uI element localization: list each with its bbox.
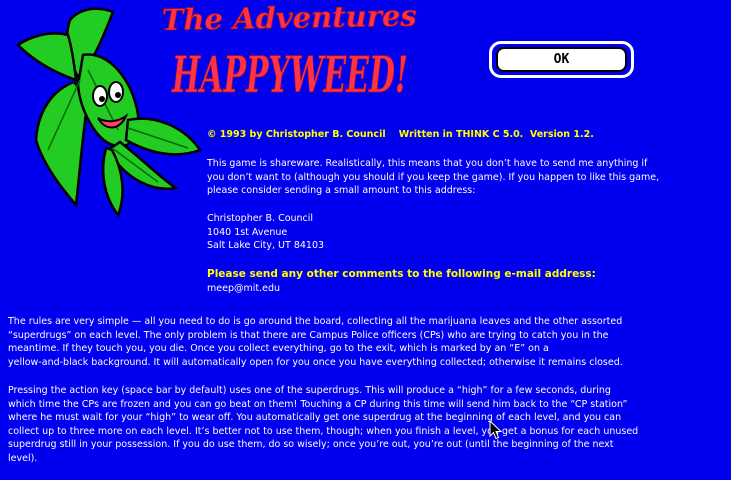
email-heading: Please send any other comments to the fo…	[207, 268, 596, 280]
address-city: Salt Lake City, UT 84103	[207, 240, 325, 251]
rules-paragraph: The rules are very simple — all you need…	[8, 315, 623, 369]
shareware-line: you don’t want to (although you should i…	[207, 171, 660, 183]
mailing-address: Christopher B. Council 1040 1st Avenue S…	[207, 212, 324, 253]
ok-button[interactable]: OK	[496, 47, 627, 72]
shareware-line: This game is shareware. Realistically, t…	[207, 158, 648, 169]
address-name: Christopher B. Council	[207, 213, 314, 224]
about-dialog: The Adventures Of HAPPYWEED! OK © 1993 b…	[0, 0, 731, 480]
svg-text:HAPPYWEED!: HAPPYWEED!	[171, 45, 408, 104]
action-line: collect up to three more on each level. …	[8, 425, 639, 437]
action-key-paragraph: Pressing the action key (space bar by de…	[8, 384, 638, 465]
address-street: 1040 1st Avenue	[207, 226, 288, 238]
action-line: superdrug still in your possession. If y…	[8, 439, 614, 450]
ok-button-default-ring: OK	[489, 41, 634, 78]
rules-line: “superdrugs” on each level. The only pro…	[8, 329, 609, 341]
credit-line: © 1993 by Christopher B. Council Written…	[207, 129, 594, 140]
shareware-paragraph: This game is shareware. Realistically, t…	[207, 157, 659, 198]
action-line: where he must wait for your “high” to we…	[8, 412, 622, 423]
shareware-line: please consider sending a small amount t…	[207, 185, 476, 196]
rules-line: The rules are very simple — all you need…	[8, 316, 623, 327]
rules-line: yellow-and-black background. It will aut…	[8, 356, 623, 368]
action-line: Pressing the action key (space bar by de…	[8, 385, 611, 396]
email-address: meep@mit.edu	[207, 283, 281, 294]
title-artwork: The Adventures Of HAPPYWEED!	[161, 0, 420, 104]
action-line: which time the CPs are frozen and you ca…	[8, 398, 628, 410]
rules-line: meantime. If they touch you, you die. On…	[8, 343, 549, 354]
arrow-cursor-icon	[489, 420, 503, 440]
svg-text:The Adventures Of: The Adventures Of	[162, 0, 420, 37]
action-line: level).	[8, 452, 38, 464]
